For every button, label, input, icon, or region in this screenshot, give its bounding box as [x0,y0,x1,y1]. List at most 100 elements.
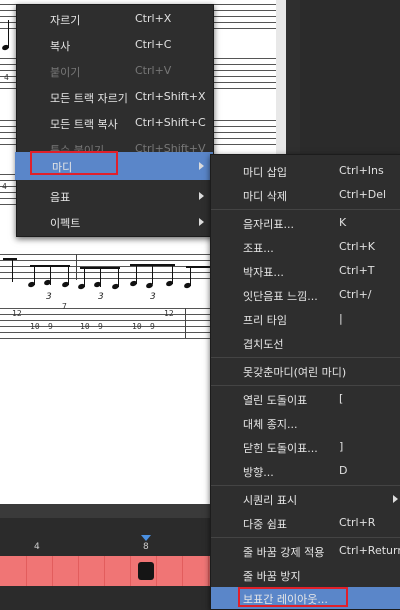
menu-item-label: 마디 삭제 [243,190,287,203]
context-menu: 자르기 Ctrl+X 복사 Ctrl+C 붙이기 Ctrl+V 모든 트랙 자르… [15,4,214,237]
menu-item-anacrusis[interactable]: 못갖춘마디(여린 마디) [211,359,400,383]
menu-item-repeat-close[interactable]: 닫힌 도돌이표... ] [211,435,400,459]
submenu-arrow-icon [199,192,204,200]
menu-item-shortcut: Ctrl+/ [339,288,372,301]
menu-item-label: 이펙트 [50,217,81,230]
menu-separator [211,209,400,210]
bar-line [185,308,186,338]
menu-item-label: 방향... [243,466,274,479]
menu-item-shortcut: [ [339,392,344,405]
menu-item-time-signature[interactable]: 박자표... Ctrl+T [211,259,400,283]
bar-line [76,254,77,280]
tab-number: 9 [150,322,155,331]
menu-item-sequence-display[interactable]: 시퀀리 표시 [211,487,400,511]
menu-item-double-bar[interactable]: 겹치도선 [211,331,400,355]
menu-item-label: 닫힌 도돌이표... [243,442,318,455]
menu-item-label: 줄 바꿈 강제 적용 [243,546,325,559]
menu-item-label: 음표 [50,191,71,204]
tab-number: 9 [98,322,103,331]
menu-item-label: 모든 트랙 복사 [50,118,118,131]
menu-item-force-line-break[interactable]: 줄 바꿈 강제 적용 Ctrl+Return [211,539,400,563]
menu-item-label: 붙이기 [50,66,81,79]
menu-item-triplet-feel[interactable]: 잇단음표 느낌... Ctrl+/ [211,283,400,307]
menu-item-shortcut: Ctrl+Del [339,188,387,201]
ruler-label: 8 [143,542,149,552]
menu-item-label: 겹치도선 [243,338,284,351]
track-bar-cell[interactable] [26,556,53,586]
note-head [145,281,154,290]
tab-number: 12 [164,309,174,318]
menu-item-label: 줄 바꿈 방지 [243,570,301,583]
menu-item-label: 자르기 [50,14,81,27]
ruler-label: 4 [34,542,40,552]
menu-item-label: 모든 트랙 자르기 [50,92,128,105]
menu-item-insert-bar[interactable]: 마디 삽입 Ctrl+Ins [211,159,400,183]
tab-number: 9 [48,322,53,331]
tab-number: 4 [4,73,9,82]
note-head [77,282,86,291]
note-head [27,280,36,289]
menu-item-label: 마디 삽입 [243,166,287,179]
triplet-marker: 3 [98,292,104,302]
menu-item-note[interactable]: 음표 [17,184,213,208]
menu-item-copy[interactable]: 복사 Ctrl+C [17,33,213,57]
note-head [183,281,192,290]
menu-item-shortcut: D [339,464,348,477]
menu-separator [211,537,400,538]
menu-item-shortcut: Ctrl+Shift+C [135,116,206,129]
submenu-arrow-icon [199,218,204,226]
menu-item-shortcut: Ctrl+Ins [339,164,384,177]
menu-item-shortcut: Ctrl+C [135,38,172,51]
track-lane[interactable] [0,556,210,586]
track-bar-cell[interactable] [104,556,131,586]
menu-item-shortcut: Ctrl+R [339,516,376,529]
track-bar-cell[interactable] [0,556,27,586]
tab-number: 12 [12,309,22,318]
menu-item-repeat-open[interactable]: 열린 도돌이표 [ [211,387,400,411]
playhead-marker[interactable] [141,535,151,541]
menu-item-alternate-endings[interactable]: 대체 종지... [211,411,400,435]
menu-item-cut[interactable]: 자르기 Ctrl+X [17,7,213,31]
note-head [165,279,174,288]
highlight-box [30,151,118,175]
menu-item-key-signature[interactable]: 조표... Ctrl+K [211,235,400,259]
menu-item-delete-bar[interactable]: 마디 삭제 Ctrl+Del [211,183,400,207]
highlight-box [238,587,348,607]
note-head [111,282,120,291]
menu-item-paste[interactable]: 붙이기 Ctrl+V [17,59,213,83]
submenu-arrow-icon [393,495,398,503]
menu-item-copy-all-tracks[interactable]: 모든 트랙 복사 Ctrl+Shift+C [17,111,213,135]
menu-item-label: 잇단음표 느낌... [243,290,318,303]
track-bar-cell[interactable] [156,556,183,586]
track-bar-cell[interactable] [52,556,79,586]
menu-item-shortcut: K [339,216,347,229]
note-stem [12,258,13,282]
menu-item-label: 프리 타임 [243,314,287,327]
menu-item-shortcut: Ctrl+Shift+X [135,90,206,103]
menu-item-effects[interactable]: 이펙트 [17,210,213,234]
menu-item-label: 못갖춘마디(여린 마디) [243,366,347,379]
menu-item-multi-rest[interactable]: 다중 쉼표 Ctrl+R [211,511,400,535]
menu-item-label: 조표... [243,242,274,255]
note-head [1,43,10,52]
triplet-marker: 3 [150,292,156,302]
menu-item-direction[interactable]: 방향... D [211,459,400,483]
menu-item-cut-all-tracks[interactable]: 모든 트랙 자르기 Ctrl+Shift+X [17,85,213,109]
menu-separator [211,385,400,386]
menu-separator [211,485,400,486]
menu-separator [211,357,400,358]
tab-number: 10 [30,322,40,331]
tab-number: 4 [2,182,7,191]
menu-item-free-time[interactable]: 프리 타임 | [211,307,400,331]
selected-bar[interactable] [138,562,154,580]
menu-item-clef[interactable]: 음자리표... K [211,211,400,235]
beam [3,258,17,260]
tab-number: 7 [62,302,67,311]
track-bar-cell[interactable] [182,556,209,586]
track-bar-cell[interactable] [78,556,105,586]
tab-number: 10 [80,322,90,331]
menu-item-prevent-line-break[interactable]: 줄 바꿈 방지 [211,563,400,587]
menu-item-shortcut: Ctrl+V [135,64,172,77]
menu-item-label: 열린 도돌이표 [243,394,308,407]
note-stem [8,20,9,48]
